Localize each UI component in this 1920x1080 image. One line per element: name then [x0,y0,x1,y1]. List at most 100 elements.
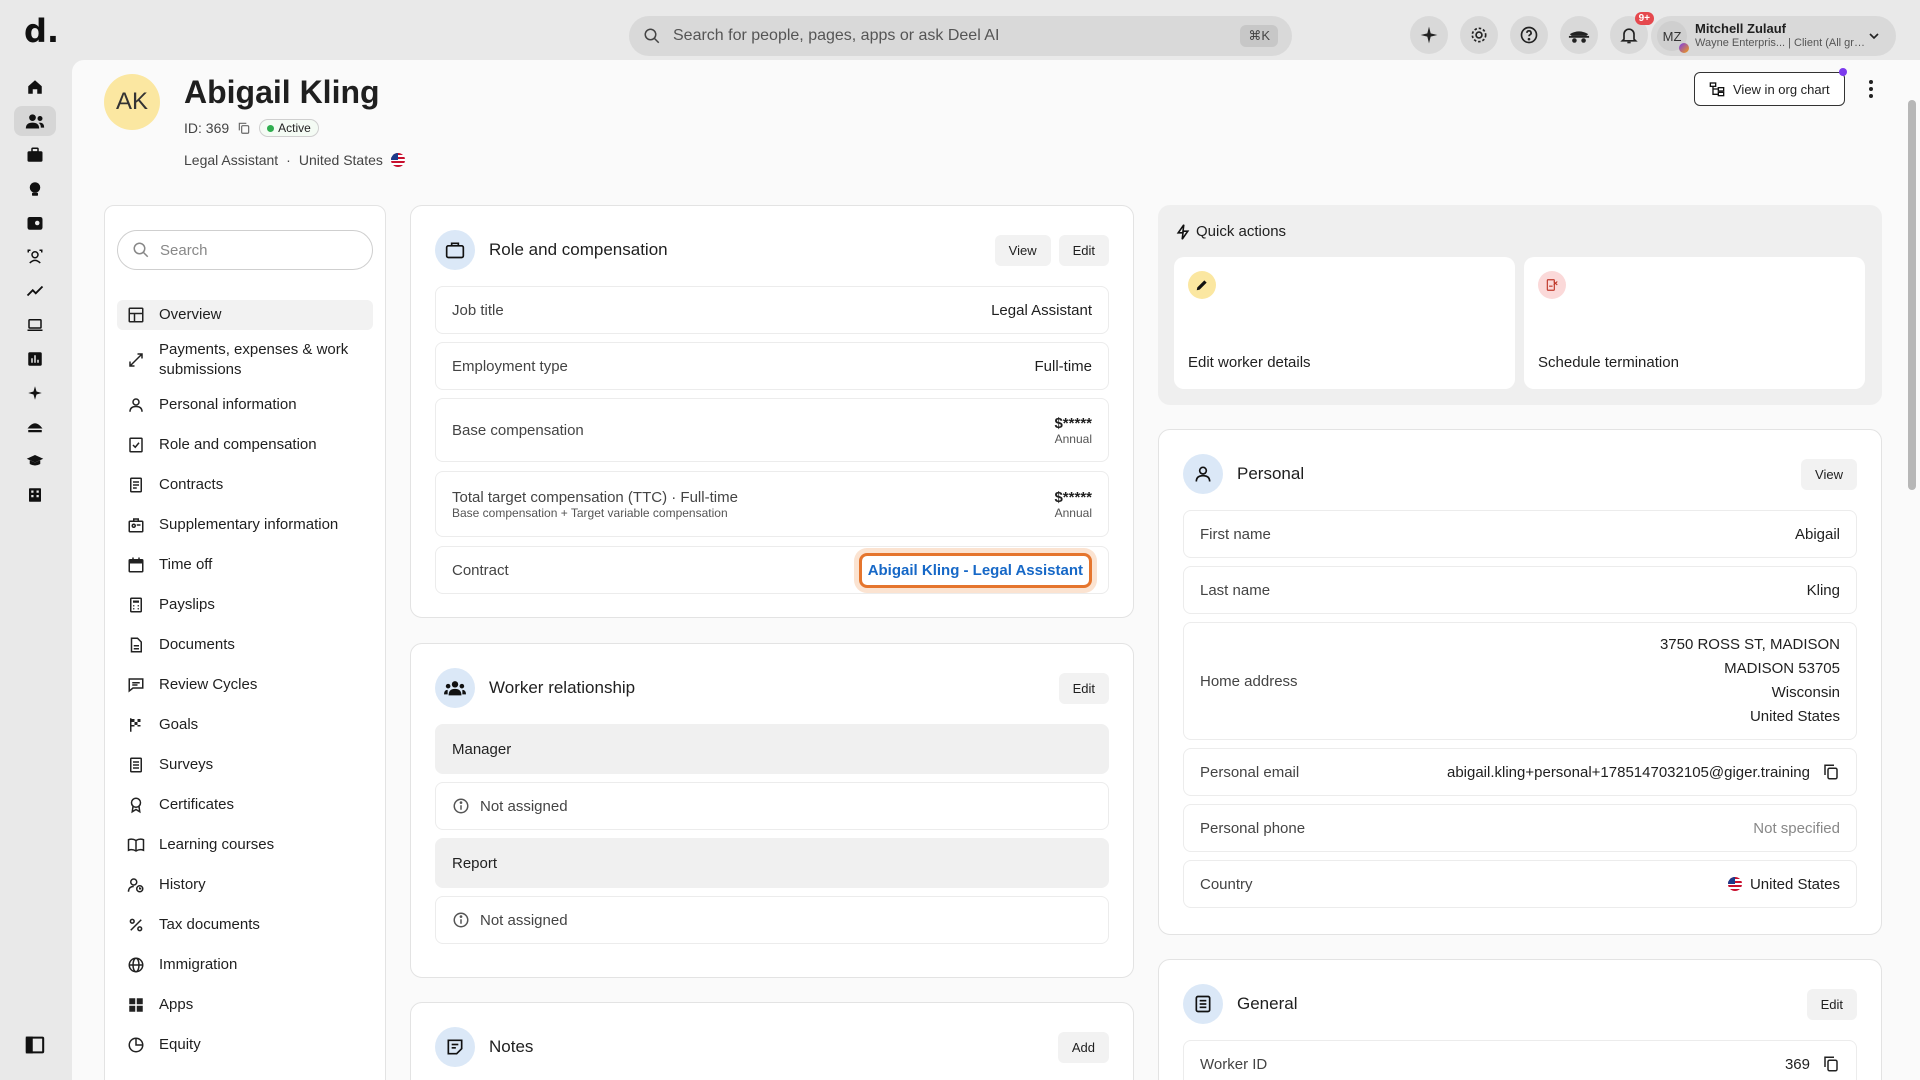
scrollbar[interactable] [1908,100,1916,490]
sidebar-item-time-off[interactable]: Time off [117,550,373,580]
termination-icon-badge [1538,271,1566,299]
list-icon [1195,995,1211,1013]
base-compensation-row: Base compensation $***** Annual [435,398,1109,462]
calculator-icon [127,596,145,614]
sidebar-item-goals[interactable]: Goals [117,710,373,740]
sidebar-item-label: Supplementary information [159,516,339,533]
incognito-button[interactable] [1560,16,1598,54]
report-header-row: Report [435,838,1109,888]
sidebar-item-apps[interactable]: Apps [117,990,373,1020]
sidebar-item-equity[interactable]: Equity [117,1030,373,1060]
sidebar-item-personal-information[interactable]: Personal information [117,390,373,420]
incognito-icon [1568,31,1590,43]
report-label: Report [452,854,498,872]
status-text: Active [278,121,311,135]
contract-link[interactable]: Abigail Kling - Legal Assistant [858,552,1092,588]
ttc-label: Total target compensation (TTC) · Full-t… [452,488,738,506]
copy-icon[interactable] [1822,1055,1840,1073]
sidebar-item-label: Time off [159,556,213,573]
rail-home[interactable] [14,72,56,102]
rail-payroll[interactable] [14,174,56,204]
globe-icon [127,956,145,974]
rail-ai[interactable] [14,378,56,408]
schedule-termination-action[interactable]: Schedule termination [1524,257,1865,389]
role-view-button[interactable]: View [994,234,1051,266]
personal-view-button[interactable]: View [1801,458,1857,490]
personal-card: Personal View First name Abigail Last na… [1158,429,1882,935]
sidebar-item-tax-documents[interactable]: Tax documents [117,910,373,940]
worker-id-label: Worker ID [1200,1055,1268,1073]
separator-dot: · [286,152,291,168]
quick-actions-title: Quick actions [1196,223,1287,240]
general-edit-button[interactable]: Edit [1806,988,1857,1020]
side-nav-search-input[interactable]: Search [117,230,373,270]
rail-learning[interactable] [14,446,56,476]
document-x-icon [1546,279,1558,291]
briefcase-icon [445,242,465,259]
general-title: General [1237,994,1298,1013]
worker-avatar: AK [104,74,160,130]
view-org-chart-button[interactable]: View in org chart [1694,68,1847,106]
arrows-icon [127,351,145,369]
sidebar-item-review-cycles[interactable]: Review Cycles [117,670,373,700]
info-icon [453,798,469,814]
sidebar-item-label: Tax documents [159,916,260,933]
sidebar-item-supplementary-information[interactable]: Supplementary information [117,510,373,540]
sidebar-item-payslips[interactable]: Payslips [117,590,373,620]
edit-worker-details-action[interactable]: Edit worker details [1174,257,1515,389]
deel-logo[interactable]: d. [24,15,59,47]
people-icon [444,681,466,696]
rail-analytics[interactable] [14,276,56,306]
notes-add-button[interactable]: Add [1057,1031,1109,1063]
global-search-input[interactable]: Search for people, pages, apps or ask De… [629,16,1292,56]
bell-icon [1620,28,1638,44]
home-icon [28,80,42,94]
rail-company[interactable] [14,480,56,510]
settings-button[interactable] [1460,16,1498,54]
sidebar-item-documents[interactable]: Documents [117,630,373,660]
worker-relationship-card: Worker relationship Edit Manager Not ass… [410,643,1134,978]
rail-reports[interactable] [14,344,56,374]
sidebar-item-learning-courses[interactable]: Learning courses [117,830,373,860]
person-icon [127,396,145,414]
address-line-3: Wisconsin [1771,684,1840,701]
sidebar-item-contracts[interactable]: Contracts [117,470,373,500]
team-icon [27,249,43,264]
sidebar-item-surveys[interactable]: Surveys [117,750,373,780]
rail-collapse-toggle[interactable] [14,1030,56,1060]
rail-spend[interactable] [14,208,56,238]
rail-devices[interactable] [14,310,56,340]
app-rail [0,60,72,1080]
sidebar-item-payments-expenses-work-submissions[interactable]: Payments, expenses & work submissions [117,340,373,380]
survey-icon [127,756,145,774]
sidebar-item-role-and-compensation[interactable]: Role and compensation [117,430,373,460]
general-icon-badge [1183,984,1223,1024]
worker-id: ID: 369 [184,120,230,136]
copy-icon[interactable] [237,121,251,135]
rail-team[interactable] [14,242,56,272]
flag-icon [127,716,145,734]
rail-hiring[interactable] [14,140,56,170]
rail-benefits[interactable] [14,412,56,442]
help-button[interactable] [1510,16,1548,54]
rail-people[interactable] [14,106,56,136]
chart-icon [28,352,42,366]
certificate-icon [127,796,145,814]
worker-country: United States [298,152,383,168]
sidebar-item-immigration[interactable]: Immigration [117,950,373,980]
people-icon [25,114,45,129]
sidebar-item-overview[interactable]: Overview [117,300,373,330]
notifications-button[interactable]: 9+ [1610,12,1654,54]
sidebar-item-label: Immigration [159,956,238,973]
ai-sparkle-button[interactable] [1410,16,1448,54]
sidebar-item-certificates[interactable]: Certificates [117,790,373,820]
sidebar-item-label: Goals [159,716,199,733]
more-options-button[interactable] [1862,76,1880,102]
sidebar-item-history[interactable]: History [117,870,373,900]
copy-icon[interactable] [1822,763,1840,781]
ttc-value: $***** [1054,488,1092,506]
quick-actions-panel: Quick actions Edit worker details Schedu… [1158,205,1882,405]
worker-relationship-edit-button[interactable]: Edit [1058,672,1109,704]
user-menu[interactable]: MZ Mitchell Zulauf Wayne Enterpris... | … [1651,16,1896,56]
role-edit-button[interactable]: Edit [1058,234,1109,266]
